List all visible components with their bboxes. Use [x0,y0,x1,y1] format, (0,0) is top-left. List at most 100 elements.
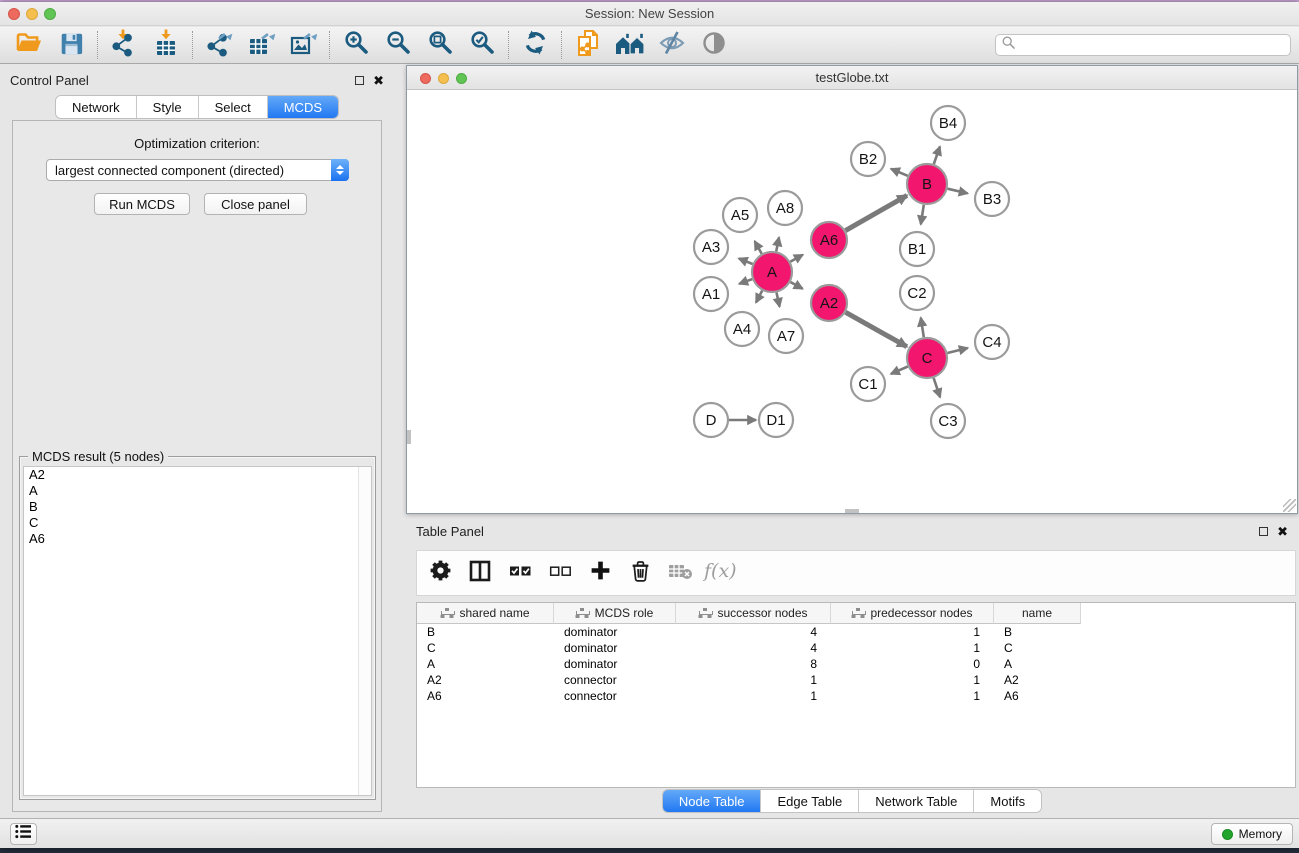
float-panel-icon[interactable] [355,76,364,85]
graph-node-B4[interactable]: B4 [931,106,965,140]
tab-motifs[interactable]: Motifs [974,790,1041,812]
show-graphics-details-button[interactable] [693,29,735,61]
graph-node-B3[interactable]: B3 [975,182,1009,216]
cell-shared-name[interactable]: A6 [417,688,554,704]
cell-name[interactable]: B [994,624,1081,640]
select-all-columns-button[interactable] [507,558,533,588]
export-table-button[interactable] [240,29,282,61]
tab-node-table[interactable]: Node Table [663,790,762,812]
graph-edge-A-A4[interactable] [756,291,762,303]
import-network-file-button[interactable] [103,29,145,61]
graph-node-A2[interactable]: A2 [811,285,847,321]
mcds-result-item[interactable]: A6 [24,531,371,547]
cell-successor-nodes[interactable]: 1 [676,688,831,704]
export-network-button[interactable] [198,29,240,61]
zoom-out-button[interactable] [377,29,419,61]
graph-edge-C-C4[interactable] [947,348,967,353]
close-panel-icon[interactable]: ✖ [373,76,384,85]
graph-edge-A-A7[interactable] [777,293,780,307]
cell-predecessor-nodes[interactable]: 1 [831,640,994,656]
add-column-button[interactable] [587,558,613,588]
graph-node-A6[interactable]: A6 [811,222,847,258]
graph-edge-A-A3[interactable] [739,258,753,264]
cell-shared-name[interactable]: A [417,656,554,672]
cell-shared-name[interactable]: B [417,624,554,640]
graph-node-D1[interactable]: D1 [759,403,793,437]
cell-MCDS-role[interactable]: dominator [554,624,676,640]
graph-node-C4[interactable]: C4 [975,325,1009,359]
column-header-predecessor-nodes[interactable]: predecessor nodes [831,603,994,624]
network-home-button[interactable] [609,29,651,61]
close-panel-button[interactable]: Close panel [204,193,307,215]
open-session-button[interactable] [8,29,50,61]
run-mcds-button[interactable]: Run MCDS [94,193,190,215]
float-table-panel-icon[interactable] [1259,527,1268,536]
column-header-MCDS-role[interactable]: MCDS role [554,603,676,624]
graph-edge-A6-B[interactable] [846,195,908,230]
graph-edge-B-B2[interactable] [891,169,908,176]
horizontal-scrollbar-thumb[interactable] [845,509,859,513]
tab-network-table[interactable]: Network Table [859,790,974,812]
cell-successor-nodes[interactable]: 4 [676,624,831,640]
close-table-panel-icon[interactable]: ✖ [1277,527,1288,536]
cell-MCDS-role[interactable]: dominator [554,640,676,656]
column-header-successor-nodes[interactable]: successor nodes [676,603,831,624]
cell-predecessor-nodes[interactable]: 1 [831,672,994,688]
vertical-scrollbar-thumb[interactable] [407,430,411,444]
cell-name[interactable]: A2 [994,672,1081,688]
graph-node-B2[interactable]: B2 [851,142,885,176]
mcds-result-item[interactable]: C [24,515,371,531]
deselect-all-columns-button[interactable] [547,558,573,588]
column-header-shared-name[interactable]: shared name [417,603,554,624]
cell-name[interactable]: A6 [994,688,1081,704]
tab-mcds[interactable]: MCDS [268,96,338,118]
graph-node-A3[interactable]: A3 [694,230,728,264]
graph-node-A4[interactable]: A4 [725,312,759,346]
graph-node-D[interactable]: D [694,403,728,437]
graph-edge-C-C3[interactable] [934,378,941,397]
cell-MCDS-role[interactable]: dominator [554,656,676,672]
graph-edge-B-B4[interactable] [934,147,940,165]
graph-node-A7[interactable]: A7 [769,319,803,353]
cell-name[interactable]: C [994,640,1081,656]
graph-edge-B-B1[interactable] [921,205,924,225]
task-history-button[interactable] [10,823,37,845]
refresh-network-button[interactable] [514,29,556,61]
cell-successor-nodes[interactable]: 8 [676,656,831,672]
delete-columns-trash-button[interactable] [627,558,653,588]
clone-network-button[interactable] [567,29,609,61]
graph-node-A5[interactable]: A5 [723,198,757,232]
graph-edge-C-C2[interactable] [921,318,924,338]
cell-shared-name[interactable]: C [417,640,554,656]
cell-name[interactable]: A [994,656,1081,672]
graph-node-A8[interactable]: A8 [768,191,802,225]
table-settings-gear-button[interactable] [427,558,453,588]
graph-node-C3[interactable]: C3 [931,404,965,438]
optimization-criterion-select[interactable]: largest connected component (directed) [46,159,349,181]
graph-edge-A-A6[interactable] [790,255,803,262]
graph-edge-A-A5[interactable] [755,241,762,254]
graph-node-A1[interactable]: A1 [694,277,728,311]
column-header-name[interactable]: name [994,603,1081,624]
graph-edge-C-C1[interactable] [891,367,908,374]
graph-edge-A-A1[interactable] [739,279,752,284]
save-session-button[interactable] [50,29,92,61]
cell-MCDS-role[interactable]: connector [554,672,676,688]
window-resize-grip[interactable] [1283,499,1296,512]
memory-button[interactable]: Memory [1211,823,1293,845]
cell-predecessor-nodes[interactable]: 0 [831,656,994,672]
cell-MCDS-role[interactable]: connector [554,688,676,704]
table-row[interactable]: A2connector11A2 [417,672,1295,688]
graph-edge-B-B3[interactable] [948,189,968,194]
cell-shared-name[interactable]: A2 [417,672,554,688]
mcds-result-item[interactable]: A2 [24,467,371,483]
zoom-selected-button[interactable] [461,29,503,61]
graph-edge-A-A2[interactable] [790,282,802,289]
tab-edge-table[interactable]: Edge Table [761,790,859,812]
cell-predecessor-nodes[interactable]: 1 [831,624,994,640]
cell-successor-nodes[interactable]: 1 [676,672,831,688]
hide-graphics-details-button[interactable] [651,29,693,61]
mcds-result-item[interactable]: A [24,483,371,499]
graph-node-B[interactable]: B [907,164,947,204]
graph-node-A[interactable]: A [752,252,792,292]
